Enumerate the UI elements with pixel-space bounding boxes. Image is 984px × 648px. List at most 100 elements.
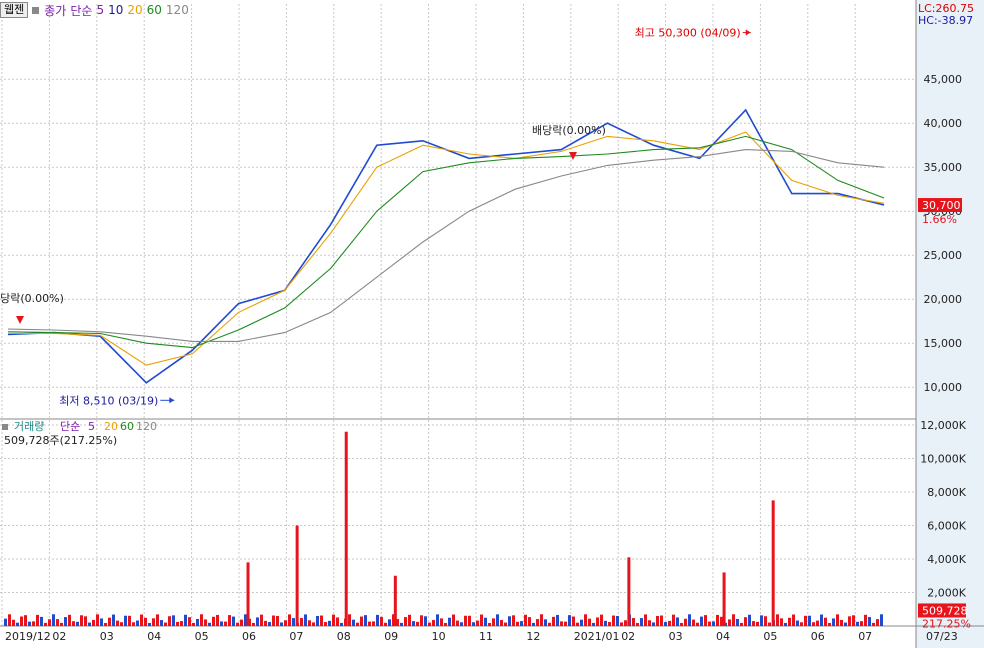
volume-bar	[76, 621, 79, 626]
volume-bar	[32, 621, 35, 626]
volume-bar	[464, 615, 467, 626]
volume-bar	[492, 618, 495, 626]
current-change-label: 1.66%	[922, 213, 957, 226]
volume-bar	[184, 614, 187, 626]
price-legend-ma60[interactable]: 60	[147, 3, 162, 17]
x-tick-label: 2021/01	[574, 630, 620, 643]
volume-bar	[308, 620, 311, 626]
volume-bar	[736, 618, 739, 626]
volume-bar	[588, 618, 591, 626]
volume-bar	[68, 614, 71, 626]
volume-tick-label: 6,000K	[927, 520, 966, 533]
price-legend-ma5[interactable]: 5	[96, 3, 104, 17]
volume-current-label: 509,728주(217.25%)	[4, 434, 117, 447]
x-tick-label: 06	[242, 630, 256, 643]
volume-bar	[612, 615, 615, 626]
x-tick-label: 08	[337, 630, 351, 643]
volume-bar	[196, 618, 199, 626]
volume-bar	[160, 620, 163, 626]
volume-bar	[372, 621, 375, 626]
volume-bar	[24, 615, 27, 626]
volume-bar	[560, 621, 563, 626]
volume-bar	[80, 615, 83, 626]
volume-bar	[508, 616, 511, 626]
volume-bar	[140, 614, 143, 626]
volume-bar	[524, 614, 527, 626]
volume-legend-period: 5	[88, 420, 95, 433]
volume-bar	[260, 614, 263, 626]
volume-bar	[192, 622, 195, 626]
volume-bar	[246, 562, 250, 626]
current-date-label: 07/23	[926, 630, 958, 643]
volume-bar	[876, 619, 879, 626]
volume-bar	[124, 615, 127, 626]
volume-bar	[564, 621, 567, 626]
price-legend-series[interactable]: 종가	[44, 2, 66, 19]
volume-bar	[312, 622, 315, 626]
volume-bar	[64, 617, 67, 626]
price-legend-ma20[interactable]: 20	[127, 3, 142, 17]
volume-bar	[796, 620, 799, 626]
volume-bar	[232, 616, 235, 626]
price-legend-method: 단순	[70, 3, 93, 18]
volume-bar	[804, 615, 807, 626]
volume-bar	[216, 614, 219, 626]
high-annotation: 최고 50,300 (04/09)	[635, 27, 741, 40]
volume-bar	[712, 621, 715, 626]
volume-bar	[52, 614, 55, 626]
volume-bar	[648, 620, 651, 626]
volume-bar	[808, 615, 811, 626]
volume-bar	[624, 620, 627, 626]
price-legend-ma10[interactable]: 10	[108, 3, 123, 17]
volume-bar	[572, 616, 575, 626]
volume-bar	[416, 621, 419, 626]
volume-bar	[400, 622, 403, 626]
volume-bar	[580, 619, 583, 626]
volume-bar	[252, 622, 255, 626]
volume-bar	[652, 622, 655, 626]
volume-bar	[240, 619, 243, 626]
volume-legend-series: 거래량	[14, 420, 44, 433]
volume-bar	[144, 617, 147, 626]
volume-bar	[208, 622, 211, 626]
volume-bar	[364, 615, 367, 626]
volume-bar	[672, 614, 675, 626]
volume-bar	[860, 621, 863, 626]
volume-bar	[436, 614, 439, 626]
price-legend-ma120[interactable]: 120	[166, 3, 189, 17]
stock-tab-button[interactable]: 웹젠	[0, 2, 29, 18]
stock-chart[interactable]: 2019/12 02 03 04 05 06 07 08 09 10 11 12 2021/01 02 03…	[0, 0, 984, 648]
volume-bar	[376, 614, 379, 626]
price-tick-label: 10,000	[924, 381, 963, 394]
volume-bar	[752, 621, 755, 626]
current-price-label: 30,700	[922, 199, 961, 212]
volume-bar	[256, 617, 259, 626]
volume-bar	[316, 615, 319, 626]
x-tick-label: 07	[858, 630, 872, 643]
volume-bar	[408, 614, 411, 626]
volume-bar	[188, 617, 191, 626]
volume-bar	[680, 622, 683, 626]
volume-bar	[600, 614, 603, 626]
volume-bar	[868, 617, 871, 626]
volume-bar	[812, 622, 815, 626]
volume-bar	[272, 615, 275, 626]
volume-bar	[536, 619, 539, 626]
volume-bar	[440, 618, 443, 626]
volume-bar	[688, 614, 691, 626]
volume-bar	[768, 622, 771, 626]
volume-bar	[476, 620, 479, 626]
volume-bar	[848, 616, 851, 626]
volume-bar	[696, 622, 699, 626]
volume-bar	[616, 615, 619, 626]
volume-bar	[771, 500, 775, 626]
volume-bar	[548, 622, 551, 626]
dividend-annotation: 배당락(0.00%)	[0, 292, 64, 305]
volume-bar	[756, 621, 759, 626]
volume-bar	[792, 614, 795, 626]
volume-bar	[100, 618, 103, 626]
volume-bar	[452, 614, 455, 626]
volume-bar	[404, 617, 407, 626]
volume-bar	[644, 614, 647, 626]
volume-bar	[356, 622, 359, 626]
